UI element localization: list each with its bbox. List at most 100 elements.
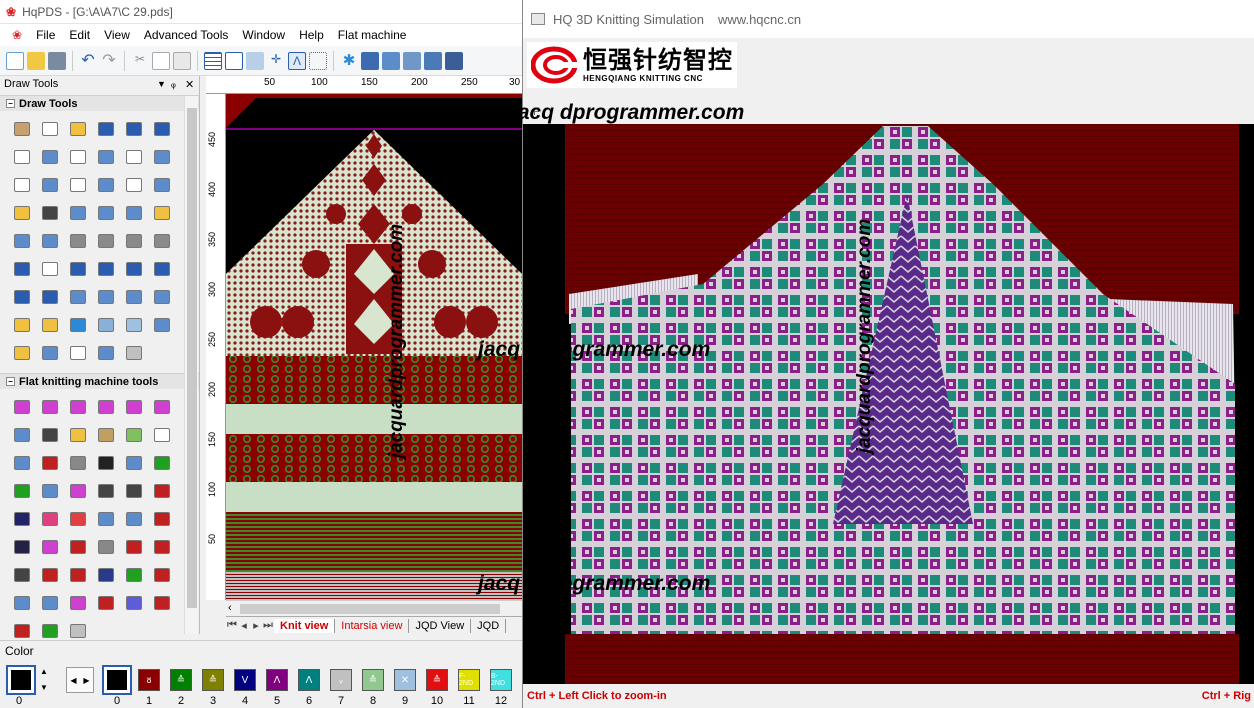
next-tab-icon[interactable]: ▸ <box>250 619 262 632</box>
nib2-icon[interactable] <box>120 227 148 255</box>
save-icon[interactable] <box>48 51 66 70</box>
cross-icon[interactable]: ✛ <box>267 52 285 70</box>
color-swatch[interactable]: ≙ <box>362 669 384 691</box>
tuck4-icon[interactable] <box>92 393 120 421</box>
spiral-icon[interactable] <box>120 339 148 367</box>
chart-bars2-icon[interactable] <box>148 255 176 283</box>
b-tool-icon[interactable] <box>120 449 148 477</box>
rect-outline-icon[interactable] <box>8 143 36 171</box>
align-center-icon[interactable] <box>92 255 120 283</box>
chain-icon[interactable] <box>36 533 64 561</box>
knit-icon[interactable] <box>382 51 400 70</box>
m-shape-icon[interactable] <box>120 505 148 533</box>
transfer-icon[interactable] <box>120 477 148 505</box>
menu-window[interactable]: Window <box>236 26 291 44</box>
select-rect-icon[interactable] <box>36 115 64 143</box>
tab-jqd-view[interactable]: JQD View <box>409 618 472 633</box>
split-icon[interactable] <box>36 283 64 311</box>
tab-knit-view[interactable]: Knit view <box>274 618 336 633</box>
rect-fill-icon[interactable] <box>36 143 64 171</box>
round-rect-fill-icon[interactable] <box>92 143 120 171</box>
bars-icon[interactable] <box>148 199 176 227</box>
grid-tool-icon[interactable] <box>8 561 36 589</box>
select-icon[interactable] <box>246 51 264 70</box>
flip-icon[interactable] <box>8 283 36 311</box>
color-swatch[interactable]: B-2ND <box>490 669 512 691</box>
color-swatch[interactable]: ≙ <box>170 669 192 691</box>
dropdown-icon[interactable]: ▼ <box>157 79 171 89</box>
carrier-icon[interactable] <box>36 421 64 449</box>
carriage-icon[interactable] <box>445 51 463 70</box>
menu-file[interactable]: File <box>30 26 61 44</box>
needle-tri-icon[interactable] <box>64 421 92 449</box>
simulation-viewport[interactable] <box>523 124 1254 684</box>
nod2-icon[interactable] <box>148 477 176 505</box>
redo-icon[interactable]: ↷ <box>100 52 118 70</box>
globe-icon[interactable] <box>92 561 120 589</box>
magnifier-icon[interactable] <box>92 311 120 339</box>
hand-icon[interactable] <box>8 115 36 143</box>
star-icon[interactable] <box>8 533 36 561</box>
lasso-icon[interactable] <box>309 51 327 70</box>
link-icon[interactable] <box>120 199 148 227</box>
color-swatch[interactable]: ᴕ <box>138 669 160 691</box>
grid-fill-icon[interactable] <box>92 199 120 227</box>
color-swatch[interactable]: Λ <box>298 669 320 691</box>
icj-icon[interactable] <box>148 533 176 561</box>
checker-icon[interactable] <box>36 449 64 477</box>
parallelogram-icon[interactable] <box>64 171 92 199</box>
rows-icon[interactable] <box>8 227 36 255</box>
bars-v-icon[interactable] <box>8 505 36 533</box>
needle-icon[interactable] <box>424 51 442 70</box>
triangle-icon[interactable] <box>92 449 120 477</box>
tab-jqd[interactable]: JQD <box>471 618 507 633</box>
edit-sheet-icon[interactable] <box>8 589 36 617</box>
arrow-back-icon[interactable] <box>148 449 176 477</box>
shirt-icon[interactable] <box>148 421 176 449</box>
paste-icon[interactable] <box>173 51 191 70</box>
close-icon[interactable]: ✕ <box>185 78 199 91</box>
hscroll-thumb[interactable] <box>240 604 500 614</box>
color-bars-icon[interactable] <box>36 505 64 533</box>
tuck5-icon[interactable] <box>120 393 148 421</box>
menu-flat-machine[interactable]: Flat machine <box>332 26 413 44</box>
brush-icon[interactable] <box>8 199 36 227</box>
color-swatch[interactable]: ᵥ <box>330 669 352 691</box>
pen-tool-icon[interactable] <box>64 227 92 255</box>
selected-color-box[interactable] <box>102 665 132 695</box>
ellipse-icon[interactable] <box>120 143 148 171</box>
open-folder-icon[interactable] <box>27 51 45 70</box>
stripes-v-icon[interactable] <box>8 449 36 477</box>
frame-icon[interactable] <box>8 311 36 339</box>
color-swatch[interactable]: Λ <box>266 669 288 691</box>
i-beam-icon[interactable] <box>64 533 92 561</box>
diamond-fill-icon[interactable] <box>36 171 64 199</box>
tuck2-icon[interactable] <box>36 393 64 421</box>
palette-left-icon[interactable]: ◀ <box>70 676 76 685</box>
current-color-box[interactable] <box>6 665 36 695</box>
flat-knitting-section[interactable]: − Flat knitting machine tools <box>0 373 199 389</box>
curve-icon[interactable] <box>148 115 176 143</box>
parallelogram-fill-icon[interactable] <box>92 171 120 199</box>
eyedrop-icon[interactable] <box>8 255 36 283</box>
nib-icon[interactable] <box>92 227 120 255</box>
syringe-icon[interactable] <box>36 477 64 505</box>
tools-scrollbar[interactable] <box>184 96 198 634</box>
eraser2-icon[interactable] <box>36 339 64 367</box>
canvas-hscroll[interactable]: ‹ <box>226 600 522 616</box>
collapse-icon[interactable]: − <box>6 377 15 386</box>
wand-icon[interactable] <box>8 339 36 367</box>
ellipse-fill-icon[interactable] <box>148 143 176 171</box>
mirror-icon[interactable]: Λ <box>288 51 306 70</box>
grid-icon[interactable] <box>204 51 222 70</box>
diamond-icon[interactable] <box>8 171 36 199</box>
align-left-icon[interactable] <box>64 255 92 283</box>
tiles-icon[interactable] <box>92 339 120 367</box>
hod-icon[interactable] <box>36 561 64 589</box>
cut-icon[interactable]: ✂ <box>131 52 149 70</box>
knife-icon[interactable] <box>92 505 120 533</box>
rotate-icon[interactable] <box>64 311 92 339</box>
scroll-left-icon[interactable]: ‹ <box>228 602 232 614</box>
step-line-icon[interactable] <box>92 115 120 143</box>
menu-app-icon[interactable]: ❀ <box>6 26 28 44</box>
